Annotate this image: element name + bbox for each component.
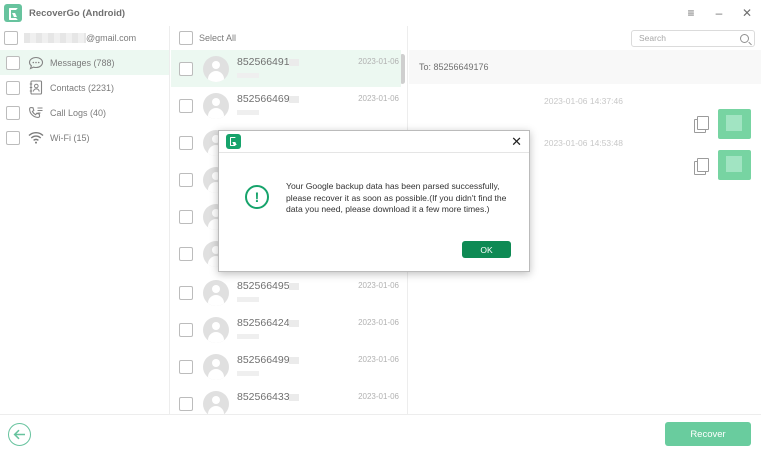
alert-icon: ! — [245, 185, 269, 209]
dialog-logo-icon — [226, 134, 241, 149]
dialog-close-icon[interactable]: ✕ — [511, 134, 522, 150]
dialog-header: ✕ — [219, 131, 529, 153]
ok-button[interactable]: OK — [462, 241, 511, 258]
dialog-message: Your Google backup data has been parsed … — [286, 181, 507, 214]
parse-success-dialog: ✕ ! Your Google backup data has been par… — [218, 130, 530, 272]
